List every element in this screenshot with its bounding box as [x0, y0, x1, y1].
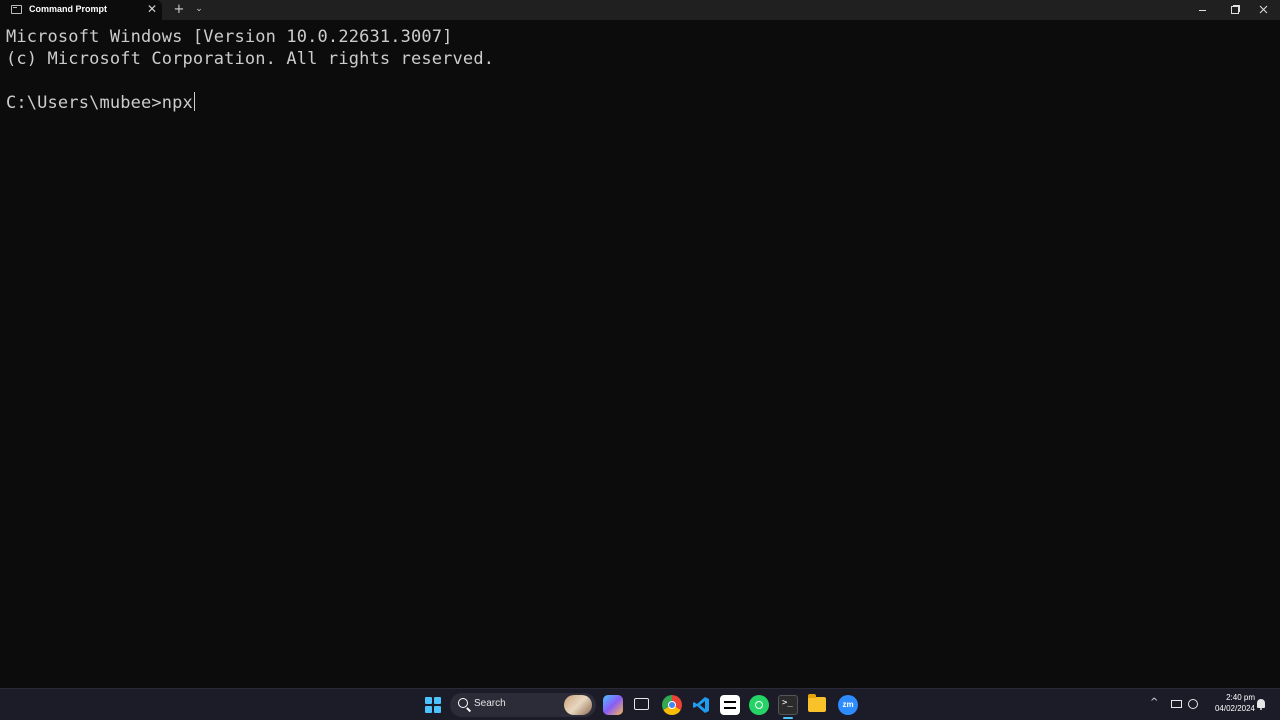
copilot-icon[interactable] [603, 695, 623, 715]
whatsapp-icon[interactable] [749, 695, 769, 715]
network-icon[interactable] [1188, 699, 1198, 709]
tab-title: Command Prompt [29, 4, 108, 14]
taskbar-search[interactable]: Search [450, 693, 596, 717]
clock[interactable]: 2:40 pm 04/02/2024 [1205, 692, 1255, 714]
notification-bell-icon[interactable] [1257, 699, 1265, 710]
command-prompt-icon [11, 5, 22, 14]
terminal-prompt-line[interactable]: C:\Users\mubee>npx [6, 92, 195, 114]
capcut-icon[interactable] [720, 695, 740, 715]
close-window-button[interactable] [1249, 0, 1279, 20]
terminal-line-copyright: (c) Microsoft Corporation. All rights re… [6, 49, 495, 69]
search-highlight-image [564, 695, 592, 715]
display-icon[interactable] [1171, 700, 1182, 708]
file-explorer-icon[interactable] [808, 694, 826, 712]
text-cursor [193, 92, 195, 111]
terminal-line-version: Microsoft Windows [Version 10.0.22631.30… [6, 27, 453, 47]
search-icon [458, 698, 468, 708]
minimize-button[interactable] [1188, 0, 1218, 20]
tray-chevron-icon[interactable]: ^ [1150, 697, 1158, 708]
vscode-icon[interactable] [691, 695, 711, 715]
start-icon[interactable] [425, 697, 441, 713]
tab-close-button[interactable]: ✕ [145, 2, 159, 17]
taskbar: Search zm ^ 2:40 pm 04/02/2024 [0, 688, 1280, 720]
clock-date: 04/02/2024 [1214, 704, 1255, 713]
clock-time: 2:40 pm [1226, 693, 1255, 702]
task-view-icon[interactable] [634, 698, 649, 710]
new-tab-button[interactable]: + [172, 2, 186, 17]
terminal-output[interactable]: Microsoft Windows [Version 10.0.22631.30… [0, 20, 1280, 688]
title-bar: Command Prompt ✕ + ⌄ [0, 0, 1280, 20]
zoom-icon[interactable]: zm [838, 695, 858, 715]
minimize-icon [1199, 10, 1206, 11]
search-label: Search [474, 698, 506, 709]
active-app-indicator [783, 717, 793, 719]
tab-command-prompt[interactable]: Command Prompt ✕ [0, 0, 162, 20]
tab-dropdown-button[interactable]: ⌄ [193, 2, 205, 17]
terminal-icon[interactable] [778, 695, 798, 715]
chrome-icon[interactable] [662, 695, 682, 715]
close-icon [1259, 5, 1268, 14]
terminal-prompt-text: C:\Users\mubee>npx [6, 93, 193, 113]
restore-button[interactable] [1219, 0, 1249, 20]
